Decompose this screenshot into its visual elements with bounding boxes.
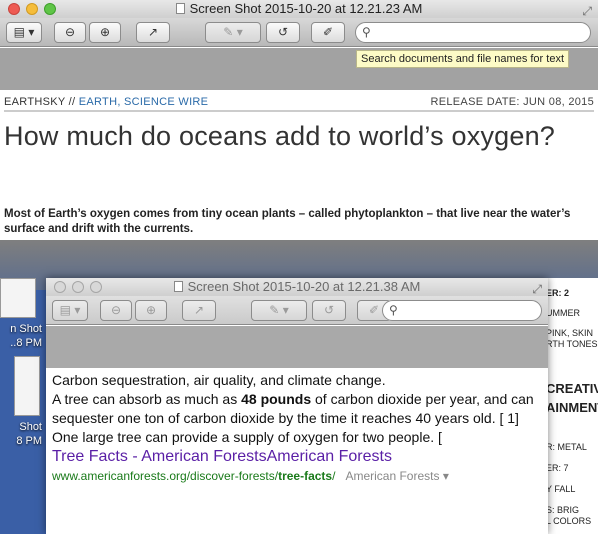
snippet-text: S: BRIG: [546, 505, 580, 515]
url-text: www.americanforests.org/discover-forests…: [52, 469, 279, 483]
share-button[interactable]: ↗: [182, 300, 216, 321]
zoom-in-button[interactable]: ⊕: [135, 300, 167, 321]
result-url[interactable]: www.americanforests.org/discover-forests…: [52, 467, 542, 486]
desktop-file-thumbnail[interactable]: [14, 356, 40, 416]
rotate-button[interactable]: ↺: [266, 22, 300, 43]
article-title: How much do oceans add to world’s oxygen…: [4, 121, 556, 151]
url-bold: tree-facts: [278, 469, 333, 483]
chevron-down-icon: ▾: [236, 25, 243, 39]
snippet-text: L COLORS: [546, 516, 592, 526]
share-button[interactable]: ↗: [136, 22, 170, 43]
preview-window-front: Screen Shot 2015-10-20 at 12.21.23 AM ⤢ …: [0, 0, 598, 240]
zoom-button[interactable]: [90, 281, 102, 293]
snippet-line: Carbon sequestration, air quality, and c…: [52, 372, 386, 388]
edit-button[interactable]: ✐: [311, 22, 345, 43]
release-date: RELEASE DATE: JUN 08, 2015: [430, 96, 594, 108]
chevron-down-icon: ▾: [282, 303, 289, 317]
search-tooltip: Search documents and file names for text: [356, 50, 569, 68]
share-icon: ↗: [147, 25, 159, 39]
url-text: /: [332, 469, 336, 483]
desktop-file-label[interactable]: 8 PM: [0, 434, 46, 448]
document-icon: [175, 3, 185, 14]
sidebar-view-button[interactable]: ▤ ▾: [6, 22, 42, 43]
result-link[interactable]: Tree Facts - American ForestsAmerican Fo…: [52, 447, 542, 467]
edit-icon: ✐: [368, 303, 380, 317]
search-field[interactable]: ⚲: [355, 22, 591, 43]
minimize-button[interactable]: [26, 3, 38, 15]
zoom-out-icon: ⊖: [64, 25, 76, 39]
article-lede: Most of Earth’s oxygen comes from tiny o…: [4, 208, 571, 235]
toolbar: ▤ ▾ ⊖ ⊕ ↗ ✎ ▾ ↺ ✐ ⚲: [46, 296, 548, 325]
zoom-out-icon: ⊖: [110, 303, 122, 317]
snippet-text: RTH TONES: [546, 339, 598, 349]
search-snippet: Carbon sequestration, air quality, and c…: [46, 368, 548, 534]
pen-icon: ✎: [269, 303, 280, 317]
minimize-button[interactable]: [72, 281, 84, 293]
rotate-icon: ↺: [277, 25, 289, 39]
search-field[interactable]: ⚲: [382, 300, 542, 321]
zoom-in-icon: ⊕: [99, 25, 111, 39]
desktop-left: n Shot ..8 PM Shot 8 PM: [0, 278, 46, 534]
zoom-out-button[interactable]: ⊖: [54, 22, 86, 43]
rotate-icon: ↺: [323, 303, 335, 317]
preview-window-back: Screen Shot 2015-10-20 at 12.21.38 AM ⤢ …: [46, 278, 548, 534]
title-bar[interactable]: Screen Shot 2015-10-20 at 12.21.23 AM ⤢: [0, 0, 598, 18]
snippet-text: PINK, SKIN: [546, 328, 594, 338]
article-meta: EARTHSKY // EARTH, SCIENCE WIRE RELEASE …: [4, 96, 594, 112]
close-button[interactable]: [54, 281, 66, 293]
desktop-file-thumbnail[interactable]: [0, 278, 36, 318]
search-icon: ⚲: [362, 25, 371, 39]
edit-icon: ✐: [322, 25, 334, 39]
rotate-button[interactable]: ↺: [312, 300, 346, 321]
snippet-text: ER: 7: [546, 463, 569, 473]
zoom-in-icon: ⊕: [145, 303, 157, 317]
sidebar-icon: ▤: [13, 25, 25, 39]
article: EARTHSKY // EARTH, SCIENCE WIRE RELEASE …: [0, 90, 598, 240]
article-categories[interactable]: EARTH, SCIENCE WIRE: [79, 96, 209, 108]
snippet-text: UMMER: [546, 308, 580, 318]
search-icon: ⚲: [389, 303, 398, 317]
document-icon: [173, 281, 183, 292]
snippet-paragraph: A tree can absorb as much as 48 pounds o…: [52, 390, 542, 428]
snippet-text: ER: 2: [546, 288, 570, 298]
pen-icon: ✎: [223, 25, 234, 39]
snippet-text: A tree can absorb as much as: [52, 391, 242, 407]
meta-separator: //: [68, 96, 76, 108]
site-name: EARTHSKY: [4, 96, 66, 108]
chevron-down-icon: ▾: [28, 25, 35, 39]
title-bar[interactable]: Screen Shot 2015-10-20 at 12.21.38 AM ⤢: [46, 278, 548, 296]
window-title: Screen Shot 2015-10-20 at 12.21.38 AM: [187, 279, 421, 294]
zoom-out-button[interactable]: ⊖: [100, 300, 132, 321]
snippet-text: Y FALL: [546, 484, 576, 494]
chevron-down-icon: ▾: [74, 303, 81, 317]
desktop-file-label[interactable]: ..8 PM: [0, 336, 46, 350]
sidebar-view-button[interactable]: ▤ ▾: [52, 300, 88, 321]
zoom-button[interactable]: [44, 3, 56, 15]
zoom-in-button[interactable]: ⊕: [89, 22, 121, 43]
desktop-file-label[interactable]: n Shot: [0, 322, 46, 336]
share-icon: ↗: [193, 303, 205, 317]
sidebar-icon: ▤: [59, 303, 71, 317]
snippet-heading: AINMENT: [546, 400, 598, 415]
close-button[interactable]: [8, 3, 20, 15]
snippet-bold: 48 pounds: [241, 391, 312, 407]
annotate-button[interactable]: ✎ ▾: [205, 22, 261, 43]
desktop-file-label[interactable]: Shot: [0, 420, 46, 434]
source-dropdown[interactable]: American Forests ▾: [345, 469, 448, 483]
snippet-heading: CREATIV: [546, 381, 598, 396]
snippet-line: One large tree can provide a supply of o…: [52, 429, 442, 445]
toolbar: ▤ ▾ ⊖ ⊕ ↗ ✎ ▾ ↺ ✐ ⚲: [0, 18, 598, 47]
window-title: Screen Shot 2015-10-20 at 12.21.23 AM: [189, 1, 423, 16]
annotate-button[interactable]: ✎ ▾: [251, 300, 307, 321]
snippet-text: R: METAL: [546, 442, 587, 452]
page-margin: [46, 326, 548, 368]
background-window-right: ER: 2 UMMER PINK, SKIN RTH TONES CREATIV…: [546, 278, 598, 534]
